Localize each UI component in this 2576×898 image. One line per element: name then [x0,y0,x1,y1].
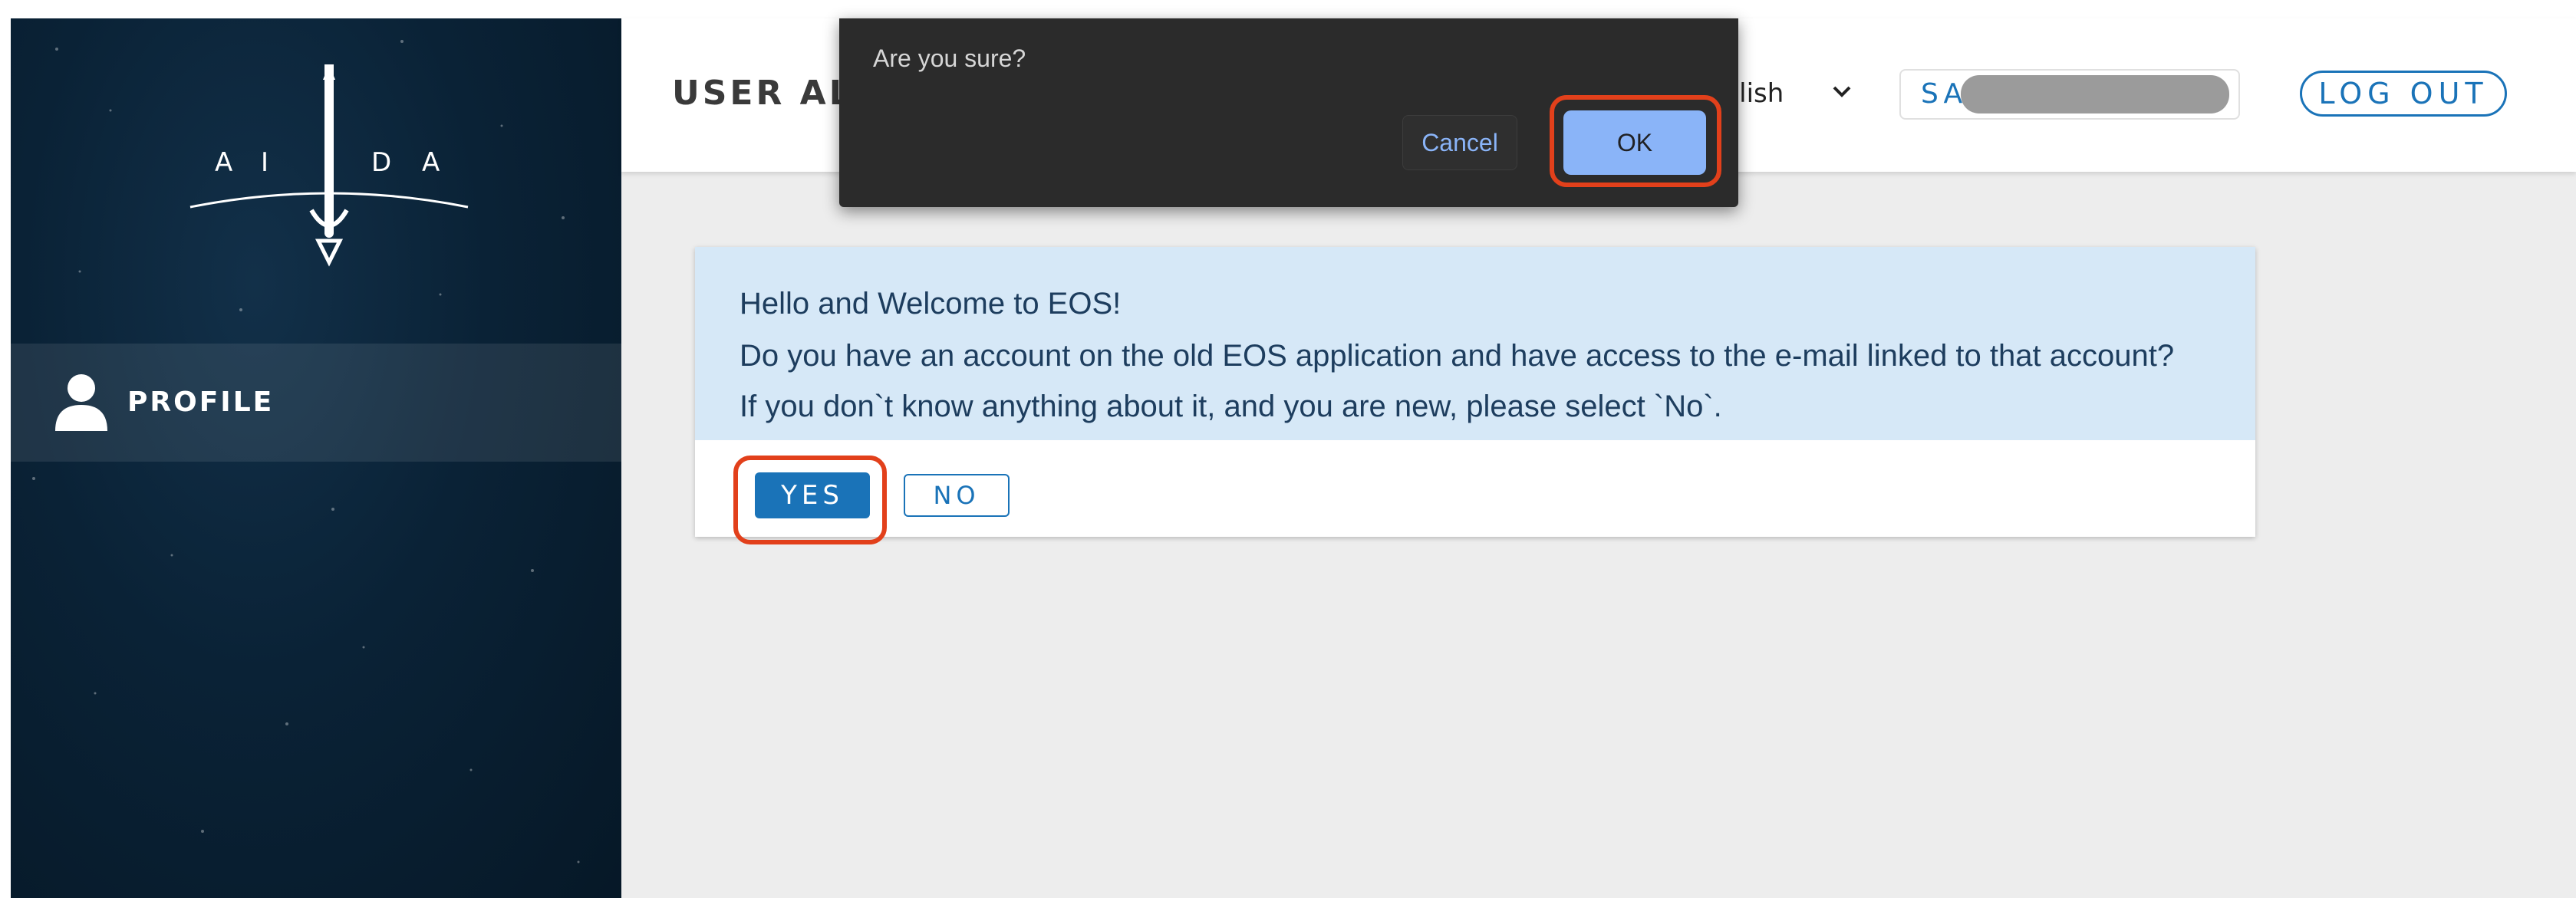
redacted-name [1961,75,2229,113]
welcome-line: If you don`t know anything about it, and… [740,390,1722,423]
welcome-line: Hello and Welcome to EOS! [740,287,1122,321]
sidebar-item-profile[interactable]: PROFILE [11,344,621,462]
yes-button[interactable]: YES [755,472,870,518]
welcome-message: Hello and Welcome to EOS! Do you have an… [695,247,2255,440]
sidebar-item-label: PROFILE [127,387,275,418]
welcome-line: Do you have an account on the old EOS ap… [740,339,2175,373]
dialog-message: Are you sure? [873,44,1026,72]
welcome-card: Hello and Welcome to EOS! Do you have an… [695,247,2255,537]
logo-letter: A [215,147,235,178]
ok-button[interactable]: OK [1563,110,1706,175]
user-icon [55,374,107,431]
user-name-display: SA [1899,69,2240,120]
logo-letter: I [261,147,271,178]
aida-logo: A I D A [180,60,479,271]
page-title: USER AL [672,74,854,113]
logout-button[interactable]: LOG OUT [2300,71,2507,117]
logo-letter: D [371,147,394,178]
cancel-button[interactable]: Cancel [1402,115,1517,170]
confirm-dialog: Are you sure? Cancel OK [839,18,1738,207]
sidebar: A I D A PROFILE [11,18,621,898]
no-button[interactable]: NO [904,474,1010,517]
chevron-down-icon [1833,86,1851,97]
logo-letter: A [422,147,442,178]
